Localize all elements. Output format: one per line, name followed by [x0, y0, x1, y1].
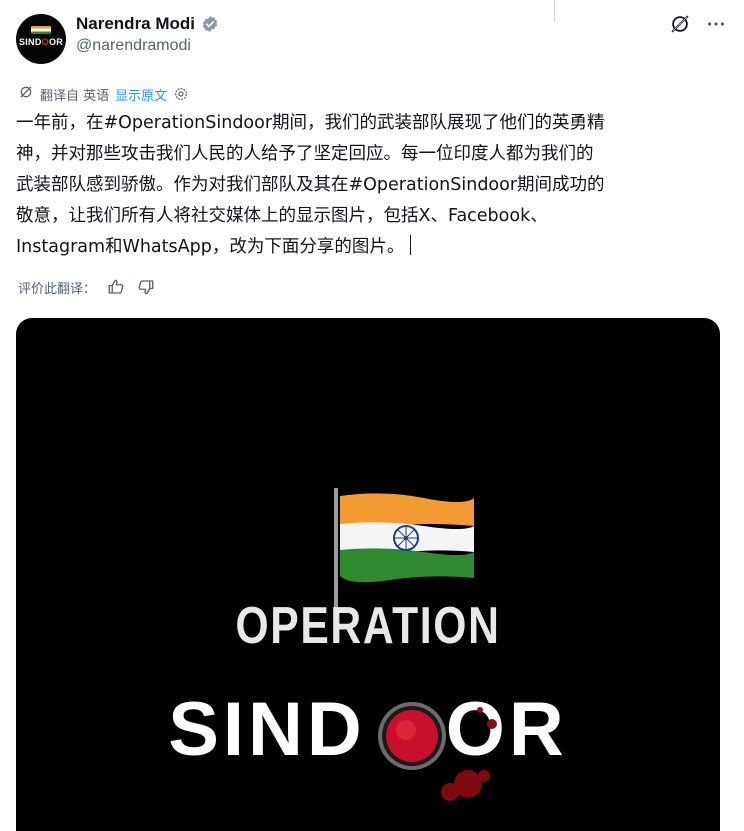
sindoor-part-a: SIND: [168, 687, 366, 772]
display-name[interactable]: Narendra Modi: [76, 14, 195, 34]
avatar-text-o: O: [41, 37, 49, 47]
india-flag-graphic: [334, 488, 474, 608]
more-icon[interactable]: [704, 12, 728, 36]
tweet-header: SINDOOR Narendra Modi @narendramodi: [16, 10, 728, 66]
translate-icon: [18, 84, 34, 104]
sindoor-title: SIND OR: [16, 686, 720, 773]
avatar-text: SINDOOR: [16, 37, 66, 47]
avatar[interactable]: SINDOOR: [16, 14, 66, 64]
handle[interactable]: @narendramodi: [76, 37, 191, 55]
operation-title: OPERATION: [235, 597, 501, 655]
translation-bar: 翻译自 英语 显示原文: [18, 84, 189, 104]
settings-icon[interactable]: [173, 86, 189, 102]
tweet-text: 一年前，在#OperationSindoor期间，我们的武装部队展现了他们的英勇…: [16, 108, 728, 263]
tweet-body: 一年前，在#OperationSindoor期间，我们的武装部队展现了他们的英勇…: [16, 113, 605, 257]
translated-from-label: 翻译自 英语: [40, 88, 110, 104]
sindoor-bowl-icon: [378, 702, 497, 801]
top-actions: [668, 12, 728, 36]
verified-badge-icon: [201, 15, 219, 33]
show-original-link[interactable]: 显示原文: [115, 85, 167, 104]
rate-translation-label: 评价此翻译：: [18, 281, 97, 297]
avatar-text-a: SIND: [18, 37, 42, 47]
tweet-media-image[interactable]: OPERATION SIND OR: [16, 318, 720, 831]
avatar-text-b: OR: [48, 37, 64, 47]
grok-icon[interactable]: [668, 12, 692, 36]
thumbs-up-icon[interactable]: [106, 277, 126, 297]
rate-translation-bar: 评价此翻译：: [18, 277, 156, 297]
avatar-flag-stripes: [31, 26, 51, 34]
thumbs-down-icon[interactable]: [136, 277, 156, 297]
name-row: Narendra Modi: [76, 14, 219, 34]
text-caret: [410, 235, 412, 255]
